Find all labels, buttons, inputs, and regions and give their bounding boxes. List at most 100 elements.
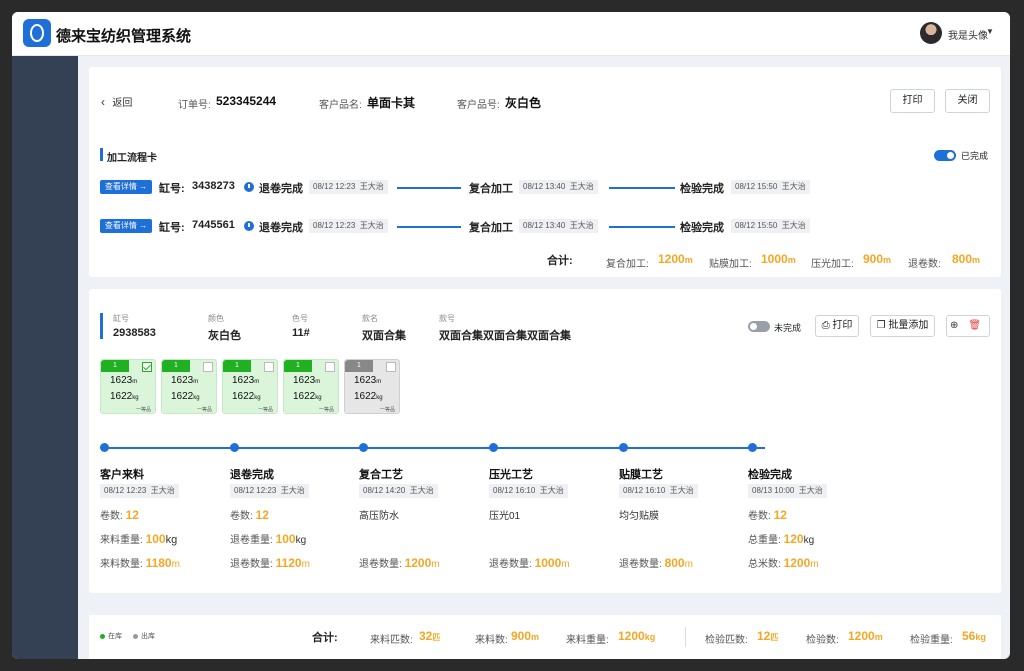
roll-checkbox[interactable] xyxy=(203,362,213,372)
timeline-dot xyxy=(619,443,628,452)
roll-length: 1623m xyxy=(171,375,199,386)
flow-connector xyxy=(397,226,461,228)
footer-total-label: 检验重量: xyxy=(910,635,953,646)
step-note: 压光01 xyxy=(489,511,521,522)
footer-divider xyxy=(685,627,686,647)
roll-checkbox[interactable] xyxy=(386,362,396,372)
field-label: 色号 xyxy=(292,314,308,323)
roll-checkbox[interactable] xyxy=(325,362,335,372)
delete-icon[interactable]: 🗑 xyxy=(968,320,981,331)
avatar[interactable] xyxy=(920,22,942,44)
step-name: 退卷完成 xyxy=(259,183,303,195)
printer-icon[interactable]: ⎙ xyxy=(822,320,830,331)
roll-number: 1 xyxy=(162,360,190,372)
step-title: 贴膜工艺 xyxy=(619,469,663,481)
copy-icon[interactable]: ❐ xyxy=(877,320,886,331)
section-marker xyxy=(100,313,103,339)
step-note: 高压防水 xyxy=(359,511,399,522)
field-label: 颜色 xyxy=(208,314,224,323)
order-no-label: 订单号: xyxy=(178,100,211,111)
close-button[interactable]: 关闭 xyxy=(945,89,990,113)
step-time-tag: 08/12 13:40 王大治 xyxy=(519,219,598,233)
flow-connector xyxy=(609,226,675,228)
step-title: 客户来料 xyxy=(100,469,144,481)
roll-grade: 一等品 xyxy=(135,407,151,413)
step-time-tag: 08/12 15:50 王大治 xyxy=(731,180,810,194)
vat-label: 缸号: xyxy=(159,183,185,195)
batch-add-button[interactable]: ❐ 批量添加 xyxy=(870,315,935,337)
completed-toggle[interactable] xyxy=(934,150,956,161)
roll-number: 1 xyxy=(284,360,312,372)
step-title: 压光工艺 xyxy=(489,469,533,481)
unfinished-toggle[interactable] xyxy=(748,321,770,332)
sidebar xyxy=(12,56,78,659)
timeline-dot xyxy=(230,443,239,452)
step-title: 退卷完成 xyxy=(230,469,274,481)
roll-checkbox[interactable] xyxy=(142,362,152,372)
product-name-label: 客户品名: xyxy=(319,100,362,111)
step-time-tag: 08/12 12:23 王大治 xyxy=(230,484,309,498)
roll-card[interactable]: 1 1623m 1622kg 一等品 xyxy=(283,359,339,414)
roll-length: 1623m xyxy=(354,375,382,386)
step-name: 检验完成 xyxy=(680,222,724,234)
chevron-left-icon[interactable]: ‹ xyxy=(101,95,105,109)
step-metric: 卷数: 12 xyxy=(748,508,787,522)
roll-card[interactable]: 1 1623m 1622kg 一等品 xyxy=(344,359,400,414)
roll-card[interactable]: 1 1623m 1622kg 一等品 xyxy=(161,359,217,414)
step-metric: 卷数: 12 xyxy=(230,508,269,522)
step-metric: 来料重量: 100kg xyxy=(100,532,178,546)
clock-icon xyxy=(244,182,254,192)
timeline-track xyxy=(105,447,765,449)
field-value: 双面合集双面合集双面合集 xyxy=(439,330,571,342)
total-item-value: 1200m xyxy=(658,252,693,266)
field-value: 11# xyxy=(292,327,310,339)
step-time-tag: 08/12 12:23 王大治 xyxy=(309,180,388,194)
roll-length: 1623m xyxy=(232,375,260,386)
flow-connector xyxy=(397,187,461,189)
footer-total-label: 来料匹数: xyxy=(370,635,413,646)
app-logo-icon xyxy=(23,19,51,47)
step-name: 复合加工 xyxy=(469,222,513,234)
roll-card[interactable]: 1 1623m 1622kg 一等品 xyxy=(100,359,156,414)
clock-icon xyxy=(244,221,254,231)
total-item-value: 1000m xyxy=(761,252,796,266)
footer-total-value: 1200m xyxy=(848,629,883,643)
product-code: 灰白色 xyxy=(505,96,542,110)
view-detail-button[interactable]: 查看详情 → xyxy=(100,219,152,233)
footer-total-value: 1200kg xyxy=(618,629,656,643)
print-button[interactable]: ⎙ 打印 xyxy=(815,315,859,337)
step-name: 复合加工 xyxy=(469,183,513,195)
roll-card[interactable]: 1 1623m 1622kg 一等品 xyxy=(222,359,278,414)
top-bar: 德来宝纺织管理系统 我是头像 ▼ xyxy=(12,12,1010,56)
step-name: 退卷完成 xyxy=(259,222,303,234)
vat-detail-card: 缸号 2938583 颜色 灰白色 色号 11# 款名 双面合集 款号 双面合集… xyxy=(89,289,1001,593)
product-code-label: 客户品号: xyxy=(457,100,500,111)
process-card: ‹ 返回 订单号: 523345244 客户品名: 单面卡其 客户品号: 灰白色… xyxy=(89,67,1001,277)
roll-weight: 1622kg xyxy=(354,391,383,402)
timeline-dot xyxy=(100,443,109,452)
field-value: 双面合集 xyxy=(362,330,406,342)
unfinished-toggle-label: 未完成 xyxy=(774,323,802,333)
step-metric: 退卷数量: 1120m xyxy=(230,556,310,570)
order-no: 523345244 xyxy=(216,94,277,108)
back-button[interactable]: ‹ 返回 xyxy=(101,94,132,109)
roll-number: 1 xyxy=(345,360,373,372)
step-time-tag: 08/12 15:50 王大治 xyxy=(731,219,810,233)
step-title: 复合工艺 xyxy=(359,469,403,481)
field-value: 2938583 xyxy=(113,327,156,339)
step-metric: 卷数: 12 xyxy=(100,508,139,522)
step-metric: 退卷数量: 1200m xyxy=(359,556,440,570)
completed-toggle-label: 已完成 xyxy=(961,151,989,161)
add-circle-icon[interactable]: ⊕ xyxy=(950,320,958,331)
vat-number: 3438273 xyxy=(192,180,235,192)
print-button[interactable]: 打印 xyxy=(890,89,935,113)
footer-total-label: 来料数: xyxy=(475,635,508,646)
caret-down-icon[interactable]: ▼ xyxy=(986,27,994,36)
roll-weight: 1622kg xyxy=(293,391,322,402)
view-detail-button[interactable]: 查看详情 → xyxy=(100,180,152,194)
footer-total-value: 900m xyxy=(511,629,540,643)
user-menu[interactable]: 我是头像 xyxy=(948,27,988,42)
roll-checkbox[interactable] xyxy=(264,362,274,372)
section-marker xyxy=(100,148,103,161)
roll-length: 1623m xyxy=(110,375,138,386)
